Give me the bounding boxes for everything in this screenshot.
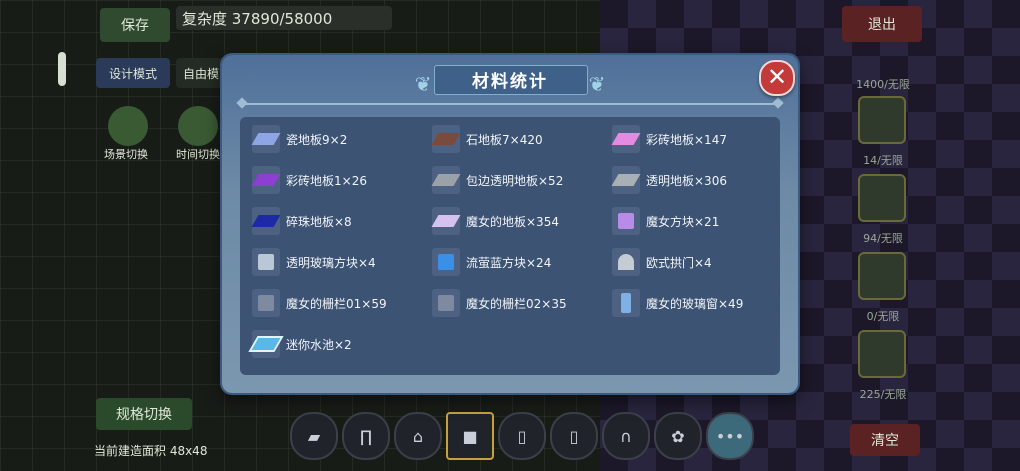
scroll-ornament-icon: ❦ <box>414 72 432 96</box>
bead-floor-icon <box>251 207 281 235</box>
material-item: 魔女的栅栏02×35 <box>432 288 567 318</box>
clear-button[interactable]: 清空 <box>850 424 920 456</box>
material-label: 欧式拱门×4 <box>646 255 712 270</box>
material-label: 魔女的栅栏01×59 <box>286 296 387 311</box>
witch-fence-icon <box>432 289 460 317</box>
material-label: 瓷地板9×2 <box>286 132 348 147</box>
gate-icon[interactable]: ⌂ <box>394 412 442 460</box>
material-item: 透明玻璃方块×4 <box>252 247 376 277</box>
material-label: 魔女的栅栏02×35 <box>466 296 567 311</box>
material-label: 魔女方块×21 <box>646 214 720 229</box>
right-count-label: 1400/无限 <box>856 78 910 91</box>
material-label: 彩砖地板1×26 <box>286 173 367 188</box>
material-label: 透明玻璃方块×4 <box>286 255 376 270</box>
time-switch-icon[interactable] <box>178 106 218 146</box>
right-count-label: 225/无限 <box>859 388 907 401</box>
right-slot-icon[interactable] <box>858 252 906 300</box>
exit-button[interactable]: 退出 <box>842 6 922 42</box>
arch-icon[interactable]: ∩ <box>602 412 650 460</box>
material-item: 包边透明地板×52 <box>431 165 564 195</box>
complexity-counter: 复杂度 37890/58000 <box>176 6 392 30</box>
right-count-label: 14/无限 <box>863 154 903 167</box>
material-label: 石地板7×420 <box>466 132 543 147</box>
material-label: 魔女的地板×354 <box>466 214 559 229</box>
material-item: 欧式拱门×4 <box>612 247 712 277</box>
color-brick-floor-icon <box>251 166 281 194</box>
material-item: 魔女方块×21 <box>612 206 719 236</box>
mini-pool-icon <box>248 330 284 358</box>
material-item: 迷你水池×2 <box>248 329 352 359</box>
material-item: 瓷地板9×2 <box>251 124 348 154</box>
door-frame-icon[interactable]: ∏ <box>342 412 390 460</box>
witch-window-icon <box>612 289 640 317</box>
close-button[interactable]: ✕ <box>759 60 795 96</box>
spec-switch-button[interactable]: 规格切换 <box>96 398 192 430</box>
arch-door-icon <box>612 248 640 276</box>
right-slot-icon[interactable] <box>858 96 906 144</box>
more-icon[interactable]: ••• <box>706 412 754 460</box>
material-item: 流萤蓝方块×24 <box>432 247 551 277</box>
item-hotbar: ▰ ∏ ⌂ ■ ▯ ▯ ∩ ✿ ••• <box>290 412 754 460</box>
material-label: 迷你水池×2 <box>286 337 352 352</box>
black-block-icon[interactable]: ■ <box>446 412 494 460</box>
material-label: 透明地板×306 <box>646 173 727 188</box>
material-item: 石地板7×420 <box>431 124 543 154</box>
build-area-text: 当前建造面积 48x48 <box>94 443 208 458</box>
eraser-icon[interactable]: ▰ <box>290 412 338 460</box>
edged-transparent-floor-icon <box>431 166 461 194</box>
right-slot-icon[interactable] <box>858 330 906 378</box>
dialog-title: 材料统计 <box>472 71 548 92</box>
material-label: 彩砖地板×147 <box>646 132 727 147</box>
material-label: 包边透明地板×52 <box>466 173 564 188</box>
material-item: 碎珠地板×8 <box>251 206 352 236</box>
material-label: 流萤蓝方块×24 <box>466 255 552 270</box>
material-item: 魔女的地板×354 <box>431 206 559 236</box>
glass-block-icon <box>252 248 280 276</box>
right-count-label: 94/无限 <box>863 232 903 245</box>
material-label: 魔女的玻璃窗×49 <box>646 296 744 311</box>
time-switch-label: 时间切换 <box>176 148 220 161</box>
scene-switch-label: 场景切换 <box>104 148 148 161</box>
color-brick-floor-icon <box>611 125 641 153</box>
door-icon[interactable]: ▯ <box>498 412 546 460</box>
right-count-label: 0/无限 <box>866 310 900 323</box>
material-label: 碎珠地板×8 <box>286 214 352 229</box>
pink-bunny-icon[interactable]: ✿ <box>654 412 702 460</box>
free-mode-button[interactable]: 自由模 <box>176 58 226 88</box>
scene-switch-icon[interactable] <box>108 106 148 146</box>
material-item: 魔女的玻璃窗×49 <box>612 288 743 318</box>
save-button[interactable]: 保存 <box>100 8 170 42</box>
material-item: 魔女的栅栏01×59 <box>252 288 387 318</box>
firefly-blue-block-icon <box>432 248 460 276</box>
design-mode-button[interactable]: 设计模式 <box>96 58 170 88</box>
material-item: 彩砖地板1×26 <box>251 165 367 195</box>
scroll-ornament-icon: ❦ <box>588 72 606 96</box>
witch-fence-icon <box>252 289 280 317</box>
witch-floor-icon <box>431 207 461 235</box>
title-divider <box>242 103 778 105</box>
material-item: 彩砖地板×147 <box>611 124 727 154</box>
right-slot-icon[interactable] <box>858 174 906 222</box>
drag-handle[interactable] <box>58 52 66 86</box>
dialog-header: ❦ 材料统计 ❦ <box>412 63 608 95</box>
transparent-floor-icon <box>611 166 641 194</box>
materials-list: 瓷地板9×2 石地板7×420 彩砖地板×147 彩砖地板1×26 包边透明地板… <box>240 117 780 375</box>
witch-block-icon <box>612 207 640 235</box>
stone-floor-icon <box>431 125 461 153</box>
material-stats-dialog: ❦ 材料统计 ❦ ✕ 瓷地板9×2 石地板7×420 彩砖地板×147 彩砖地板… <box>222 55 798 393</box>
tile-floor-icon <box>251 125 281 153</box>
material-item: 透明地板×306 <box>611 165 727 195</box>
white-door-icon[interactable]: ▯ <box>550 412 598 460</box>
